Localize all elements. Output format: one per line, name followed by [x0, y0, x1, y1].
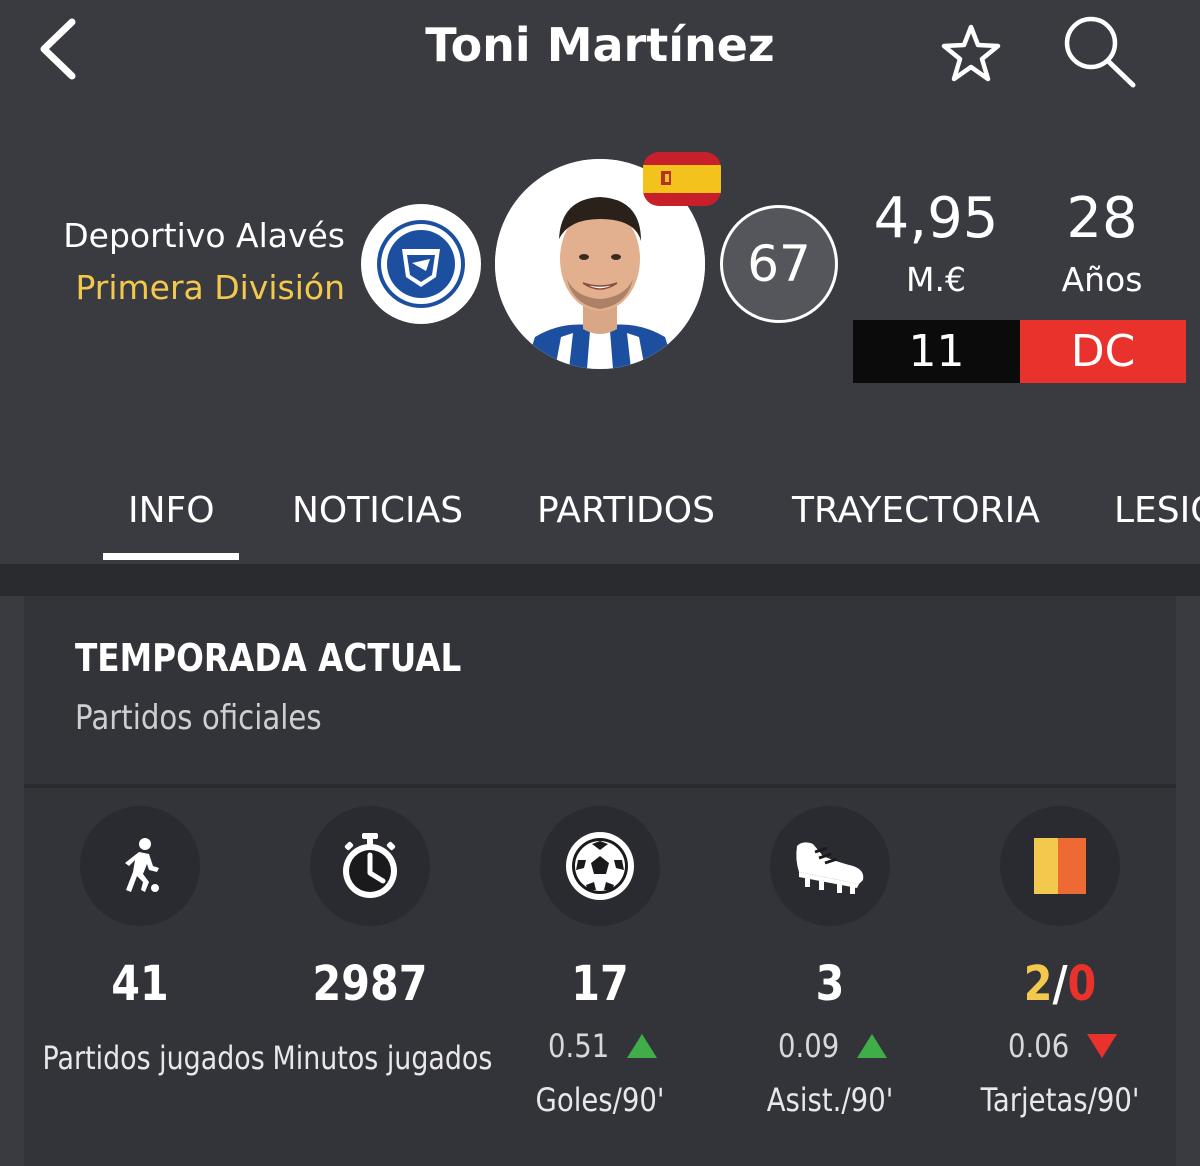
position-badge: DC — [1020, 320, 1186, 383]
spain-flag-icon — [643, 152, 721, 206]
market-value-unit: M.€ — [906, 260, 966, 299]
matches-played-label: Partidos jugados — [42, 1039, 265, 1077]
assists-value: 3 — [815, 956, 845, 1012]
red-cards-value: 0 — [1067, 956, 1097, 1012]
minutes-played-label: Minutos jugados — [272, 1039, 493, 1077]
favorite-button[interactable] — [938, 20, 1004, 86]
matches-played-value: 41 — [111, 956, 169, 1012]
chevron-left-icon — [40, 18, 76, 80]
section-separator — [0, 564, 1200, 596]
age-unit: Años — [1061, 260, 1143, 299]
stopwatch-icon — [343, 833, 397, 898]
tab-trayectoria[interactable]: TRAYECTORIA — [792, 490, 1040, 531]
stat-cards: 2/0 0.06 Tarjetas/90' — [944, 806, 1176, 1122]
trend-up-icon — [626, 1034, 657, 1058]
cards-value: 2/0 — [960, 954, 1160, 1014]
player-running-icon — [125, 838, 159, 892]
trend-down-icon — [1086, 1034, 1117, 1058]
nationality-flag — [643, 152, 721, 206]
star-outline-icon — [941, 24, 1001, 82]
tab-lesiones[interactable]: LESIONES — [1114, 490, 1200, 531]
card-header: TEMPORADA ACTUAL Partidos oficiales — [24, 596, 1176, 784]
stat-assists: 3 0.09 Asist./90' — [714, 806, 946, 1122]
card-divider — [24, 784, 1176, 788]
goals-value: 17 — [571, 956, 629, 1012]
league-name[interactable]: Primera División — [63, 262, 345, 314]
season-subtitle: Partidos oficiales — [75, 698, 322, 738]
tab-info[interactable]: INFO — [128, 490, 215, 531]
active-tab-indicator — [103, 553, 239, 560]
assists-rate-value: 0.09 — [778, 1027, 840, 1065]
goals-label: Goles/90' — [535, 1081, 665, 1119]
goals-rate: 0.51 — [484, 1024, 716, 1068]
stopwatch-icon-badge — [310, 806, 430, 926]
market-value: 4,95 M.€ — [853, 184, 1019, 306]
page-title: Toni Martínez — [425, 18, 775, 72]
tab-noticias[interactable]: NOTICIAS — [292, 490, 463, 531]
player-running-icon-badge — [80, 806, 200, 926]
cards-rate: 0.06 — [944, 1024, 1176, 1068]
football-boot-icon-badge — [770, 806, 890, 926]
stat-matches-played: 41 Partidos jugados — [24, 806, 265, 1080]
minutes-played-value: 2987 — [312, 956, 428, 1012]
age: 28 Años — [1019, 184, 1185, 306]
trend-up-icon — [856, 1034, 887, 1058]
cards-label: Tarjetas/90' — [980, 1081, 1140, 1119]
season-stats-card: TEMPORADA ACTUAL Partidos oficiales 41 P… — [24, 596, 1176, 1166]
football-boot-icon — [796, 842, 864, 894]
tab-bar: INFO NOTICIAS PARTIDOS TRAYECTORIA LESIO… — [0, 470, 1200, 564]
assists-rate: 0.09 — [714, 1024, 946, 1068]
soccer-ball-icon — [566, 832, 634, 900]
cards-rate-value: 0.06 — [1008, 1027, 1070, 1065]
market-value-number: 4,95 — [873, 186, 999, 251]
soccer-ball-icon-badge — [540, 806, 660, 926]
assists-label: Asist./90' — [766, 1081, 894, 1119]
cards-separator: / — [1052, 956, 1068, 1012]
search-button[interactable] — [1058, 12, 1142, 92]
club-info: Deportivo Alavés Primera División — [63, 210, 345, 314]
alaves-crest-icon — [377, 220, 465, 308]
yellow-cards-value: 2 — [1023, 956, 1053, 1012]
age-number: 28 — [1066, 186, 1138, 251]
shirt-number: 11 — [853, 320, 1020, 383]
tab-partidos[interactable]: PARTIDOS — [537, 490, 715, 531]
club-logo[interactable] — [361, 204, 481, 324]
player-rating: 67 — [720, 205, 838, 323]
cards-icon-badge — [1000, 806, 1120, 926]
goals-rate-value: 0.51 — [548, 1027, 610, 1065]
back-button[interactable] — [28, 14, 88, 84]
club-name[interactable]: Deportivo Alavés — [63, 210, 345, 262]
cards-icon — [1034, 838, 1086, 894]
stat-minutes-played: 2987 Minutos jugados — [254, 806, 493, 1080]
season-title: TEMPORADA ACTUAL — [75, 636, 462, 680]
stat-goals: 17 0.51 Goles/90' — [484, 806, 716, 1122]
search-icon — [1064, 16, 1136, 88]
top-bar: Toni Martínez — [0, 0, 1200, 100]
